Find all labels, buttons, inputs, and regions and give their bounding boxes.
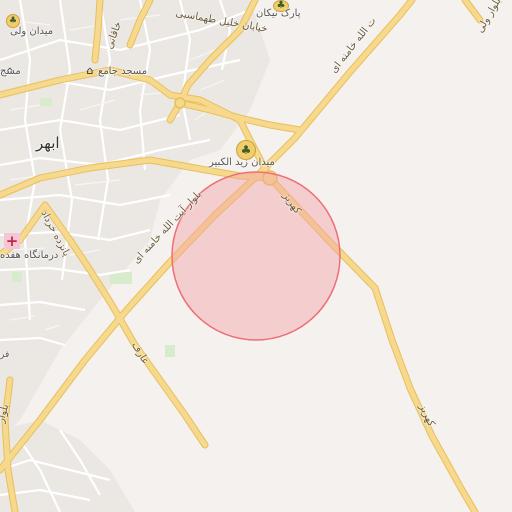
mosque-partial-label: مسج bbox=[0, 66, 21, 77]
map-base bbox=[0, 0, 484, 512]
square-zeid-label: میدان زید الکبیر bbox=[209, 157, 275, 168]
hospital-icon[interactable]: + bbox=[4, 233, 20, 249]
edge-label: فر bbox=[0, 350, 10, 360]
city-label: ابهر bbox=[36, 134, 60, 152]
mosque-icon[interactable]: ⌂ bbox=[84, 64, 96, 77]
clinic-label: درمانگاه هفده bbox=[0, 250, 59, 261]
square-vali-label: میدان ولی bbox=[10, 26, 54, 37]
mosque-jame-label: مسجد جامع bbox=[98, 66, 148, 77]
map-view[interactable]: ♣ ♣ ♣ ⌂ ⌂ + ابهر میدان زید الکبیر پارک ن… bbox=[0, 0, 512, 512]
park-negikan-label: پارک نیکان bbox=[256, 8, 301, 19]
